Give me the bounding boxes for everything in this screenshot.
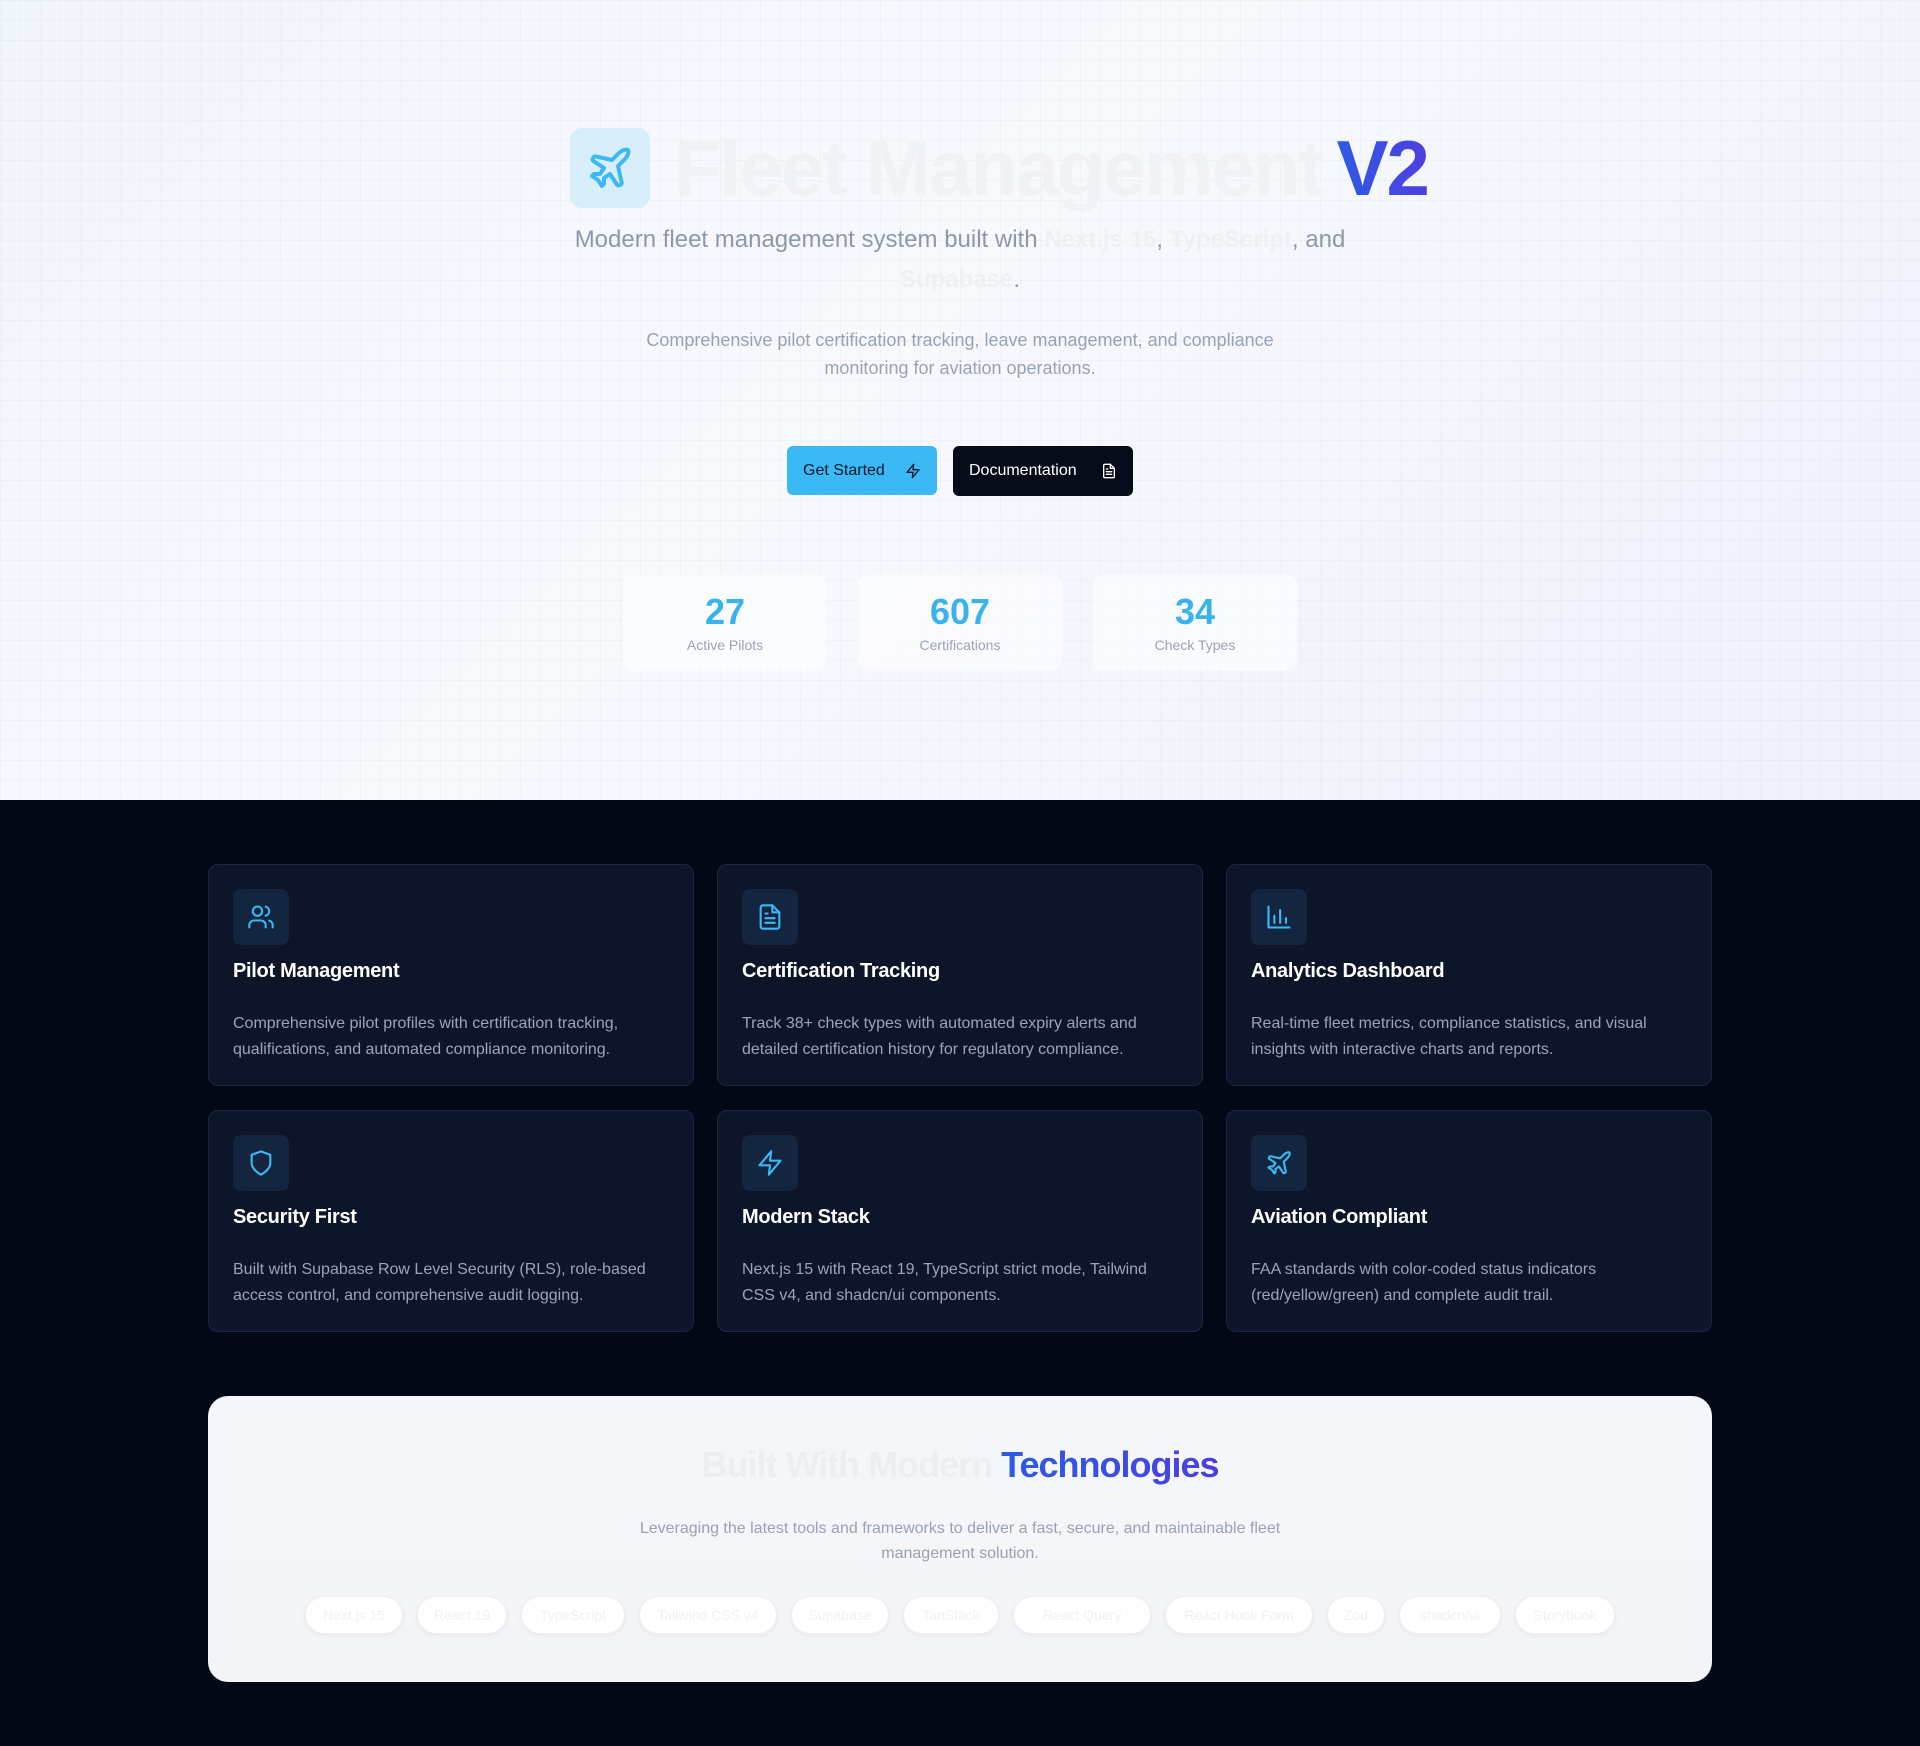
tech-pill: shadcn/ui <box>1399 1596 1501 1634</box>
technologies-title: Built With Modern Technologies <box>208 1444 1712 1486</box>
feature-title: Pilot Management <box>233 960 400 982</box>
feature-description: Comprehensive pilot profiles with certif… <box>233 1015 619 1058</box>
hero-description: Comprehensive pilot certification tracki… <box>646 330 1274 378</box>
feature-card-analytics-dashboard: Analytics Dashboard Real-time fleet metr… <box>1226 864 1712 1086</box>
feature-icon-box <box>742 889 798 945</box>
tech-pill: Supabase <box>791 1596 889 1634</box>
feature-card-certification-tracking: Certification Tracking Track 38+ check t… <box>717 864 1203 1086</box>
subtitle-and: , and <box>1291 226 1346 253</box>
documentation-label: Documentation <box>969 462 1077 479</box>
page-title-version: V2 <box>1336 124 1429 212</box>
stat-active-pilots: 27 Active Pilots <box>623 575 827 671</box>
hero-section: Fleet Management V2 Modern fleet manageme… <box>0 0 1920 800</box>
subtitle-period: . <box>1013 266 1021 293</box>
tech-pill: TanStack <box>903 1596 999 1634</box>
page-title-main: Fleet Management <box>674 124 1324 212</box>
technology-pills: Next.js 15 React 19 TypeScript Tailwind … <box>208 1596 1712 1634</box>
shield-icon <box>250 1150 272 1176</box>
tech-pill: Next.js 15 <box>305 1596 403 1634</box>
stat-value: 34 <box>1174 591 1216 632</box>
feature-icon-box <box>233 889 289 945</box>
feature-card-security-first: Security First Built with Supabase Row L… <box>208 1110 694 1332</box>
feature-description: Track 38+ check types with automated exp… <box>742 1015 1137 1058</box>
feature-title: Certification Tracking <box>742 960 940 982</box>
tech-pill: TypeScript <box>521 1596 625 1634</box>
subtitle-text: Modern fleet management system built wit… <box>574 226 1045 253</box>
tech-supabase: Supabase <box>899 266 1014 293</box>
file-text-icon <box>1103 463 1115 479</box>
feature-title: Analytics Dashboard <box>1251 960 1445 982</box>
stat-check-types: 34 Check Types <box>1093 575 1297 671</box>
get-started-button[interactable]: Get Started <box>787 446 937 495</box>
hero-title-row: Fleet Management V2 <box>570 128 1430 208</box>
tech-typescript: TypeScript <box>1169 226 1292 253</box>
technologies-title-accent: Technologies <box>1001 1444 1219 1485</box>
tech-pill: Zod <box>1327 1596 1385 1634</box>
feature-description: FAA standards with color-coded status in… <box>1251 1261 1597 1304</box>
stat-certifications: 607 Certifications <box>858 575 1062 671</box>
technologies-panel: Built With Modern Technologies Leveragin… <box>208 1396 1712 1682</box>
feature-title: Security First <box>233 1206 357 1228</box>
technologies-title-main: Built With Modern <box>701 1444 994 1485</box>
zap-icon <box>906 463 920 478</box>
stat-label: Active Pilots <box>686 637 764 653</box>
technologies-description: Leveraging the latest tools and framewor… <box>639 1520 1281 1562</box>
feature-description: Next.js 15 with React 19, TypeScript str… <box>742 1261 1147 1304</box>
tech-pill: React 19 <box>417 1596 507 1634</box>
stat-value: 27 <box>704 591 746 632</box>
feature-icon-box <box>1251 1135 1307 1191</box>
plane-icon <box>590 147 631 188</box>
feature-icon-box <box>742 1135 798 1191</box>
feature-icon-box <box>233 1135 289 1191</box>
tech-pill: Storybook <box>1515 1596 1615 1634</box>
zap-icon <box>758 1150 782 1176</box>
users-icon <box>248 905 274 929</box>
file-text-icon <box>759 904 781 930</box>
hero-subtitle: Modern fleet management system built wit… <box>560 220 1360 300</box>
feature-card-aviation-compliant: Aviation Compliant FAA standards with co… <box>1226 1110 1712 1332</box>
tech-pill: React Query <box>1013 1596 1151 1634</box>
stat-label: Certifications <box>919 637 1001 653</box>
hero-grid-background <box>0 0 1920 800</box>
page-title: Fleet Management V2 <box>674 128 1430 208</box>
documentation-button[interactable]: Documentation <box>953 446 1133 496</box>
tech-nextjs: Next.js 15 <box>1044 226 1157 253</box>
feature-description: Built with Supabase Row Level Security (… <box>233 1261 646 1304</box>
feature-title: Modern Stack <box>742 1206 870 1228</box>
logo <box>570 128 650 208</box>
stat-label: Check Types <box>1154 637 1236 653</box>
stat-value: 607 <box>929 591 991 632</box>
feature-icon-box <box>1251 889 1307 945</box>
tech-pill: Tailwind CSS v4 <box>639 1596 777 1634</box>
bar-chart-icon <box>1267 905 1291 929</box>
feature-card-modern-stack: Modern Stack Next.js 15 with React 19, T… <box>717 1110 1203 1332</box>
feature-description: Real-time fleet metrics, compliance stat… <box>1251 1015 1647 1058</box>
tech-pill: React Hook Form <box>1165 1596 1313 1634</box>
feature-title: Aviation Compliant <box>1251 1206 1428 1228</box>
feature-card-pilot-management: Pilot Management Comprehensive pilot pro… <box>208 864 694 1086</box>
subtitle-comma: , <box>1156 226 1163 253</box>
get-started-label: Get Started <box>803 461 885 479</box>
plane-icon <box>1267 1151 1291 1175</box>
